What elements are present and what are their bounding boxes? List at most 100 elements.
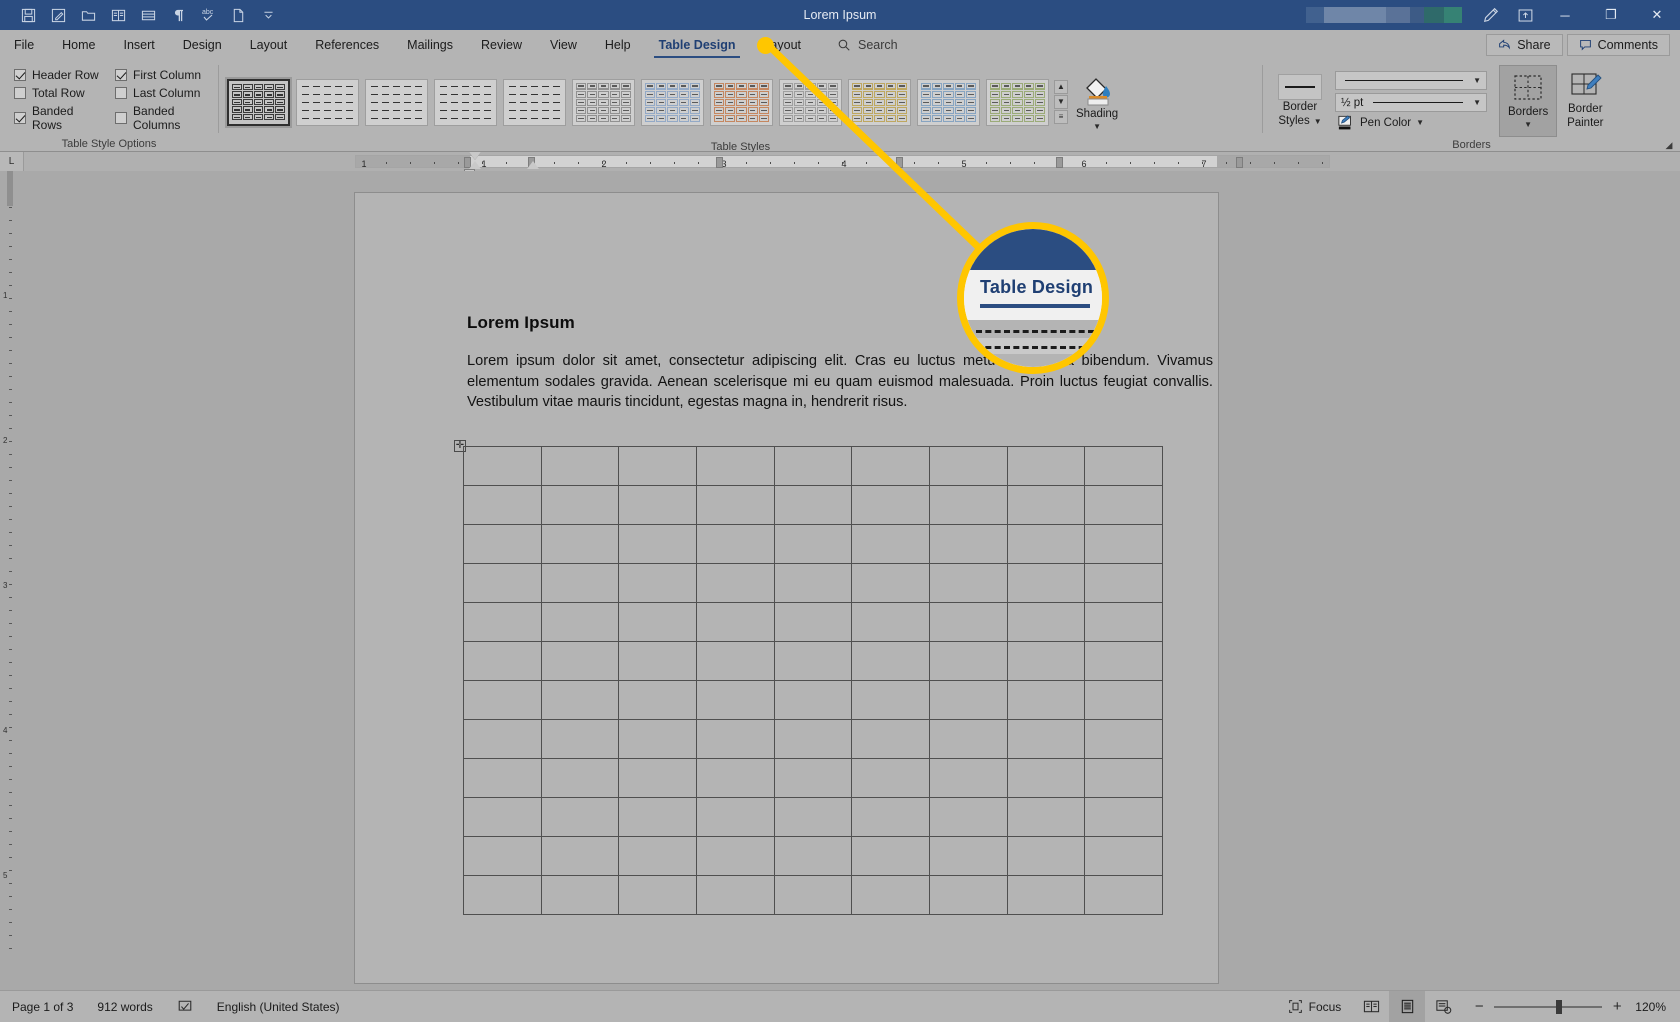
table-cell[interactable]	[1084, 485, 1163, 525]
ruler-tab-stop[interactable]	[1056, 157, 1063, 168]
checkbox-first-column[interactable]: First Column	[115, 68, 212, 82]
restore-button[interactable]: ❐	[1588, 0, 1634, 30]
table-cell[interactable]	[1006, 719, 1086, 759]
gallery-more-button[interactable]: ≡	[1054, 110, 1068, 124]
table-style-swatch[interactable]	[779, 78, 842, 126]
tab-table-design[interactable]: Table Design	[645, 30, 750, 59]
gallery-scroll-down-button[interactable]: ▼	[1054, 95, 1068, 109]
table-cell[interactable]	[928, 446, 1008, 486]
table-cell[interactable]	[851, 485, 930, 525]
table-cell[interactable]	[1084, 641, 1163, 681]
table-cell[interactable]	[1006, 485, 1086, 525]
checkbox-banded-rows-box[interactable]	[14, 111, 26, 124]
table-cell[interactable]	[1006, 797, 1086, 837]
line-weight-dropdown[interactable]: ½ pt ▼	[1335, 93, 1487, 112]
table-style-swatch[interactable]	[572, 78, 635, 126]
table-cell[interactable]	[928, 836, 1008, 876]
print-layout-view-button[interactable]	[1389, 990, 1426, 1022]
table-row[interactable]	[463, 680, 1163, 720]
table-cell[interactable]	[773, 446, 853, 486]
table-cell[interactable]	[1006, 563, 1086, 603]
table-row[interactable]	[463, 602, 1163, 642]
table-cell[interactable]	[851, 797, 930, 837]
focus-mode-button[interactable]: Focus	[1276, 991, 1354, 1022]
zoom-slider[interactable]	[1494, 999, 1603, 1014]
table-cell[interactable]	[773, 758, 853, 798]
checkbox-header-row-box[interactable]	[14, 68, 26, 81]
line-style-chevron-down-icon[interactable]: ▼	[1473, 76, 1481, 85]
print-preview-icon[interactable]	[134, 3, 162, 27]
table-cell[interactable]	[1084, 680, 1163, 720]
border-styles-button[interactable]: Border Styles ▼	[1269, 65, 1331, 137]
tab-design[interactable]: Design	[169, 30, 236, 59]
table-style-swatch[interactable]	[848, 78, 911, 126]
table-cell[interactable]	[618, 719, 697, 759]
spelling-icon[interactable]: abc	[194, 3, 222, 27]
table-cell[interactable]	[695, 485, 775, 525]
table-cell[interactable]	[618, 602, 697, 642]
tab-file[interactable]: File	[0, 30, 48, 59]
line-style-dropdown[interactable]: ▼	[1335, 71, 1487, 90]
table-cell[interactable]	[618, 836, 697, 876]
table-cell[interactable]	[695, 680, 775, 720]
table-cell[interactable]	[928, 680, 1008, 720]
page-indicator[interactable]: Page 1 of 3	[0, 991, 85, 1022]
table-cell[interactable]	[540, 563, 620, 603]
table-cell[interactable]	[928, 641, 1008, 681]
table-style-swatch[interactable]	[641, 78, 704, 126]
checkbox-first-column-box[interactable]	[115, 68, 128, 81]
table-cell[interactable]	[540, 719, 620, 759]
zoom-out-button[interactable]: −	[1473, 999, 1485, 1014]
table-cell[interactable]	[851, 446, 930, 486]
table-cell[interactable]	[540, 836, 620, 876]
language-indicator[interactable]: English (United States)	[205, 991, 352, 1022]
read-mode-icon[interactable]	[104, 3, 132, 27]
table-cell[interactable]	[851, 758, 930, 798]
vertical-ruler[interactable]: 1 2 3 4 5	[0, 171, 22, 990]
table-cell[interactable]	[773, 524, 853, 564]
table-cell[interactable]	[540, 680, 620, 720]
table-indent-marker[interactable]	[527, 161, 539, 169]
table-style-swatch[interactable]	[365, 78, 428, 126]
table-style-swatch[interactable]	[434, 78, 497, 126]
table-cell[interactable]	[618, 563, 697, 603]
table-cell[interactable]	[463, 602, 542, 642]
table-cell[interactable]	[1084, 758, 1163, 798]
table-cell[interactable]	[773, 602, 853, 642]
table-cell[interactable]	[1084, 875, 1163, 915]
table-cell[interactable]	[618, 680, 697, 720]
tab-review[interactable]: Review	[467, 30, 536, 59]
table-cell[interactable]	[618, 758, 697, 798]
table-row[interactable]	[463, 875, 1163, 915]
table-cell[interactable]	[540, 602, 620, 642]
table-cell[interactable]	[695, 563, 775, 603]
table-cell[interactable]	[773, 641, 853, 681]
table-style-swatch[interactable]	[296, 78, 359, 126]
web-layout-view-button[interactable]	[1425, 991, 1461, 1022]
table-cell[interactable]	[1006, 524, 1086, 564]
tab-stop-selector[interactable]: L	[0, 152, 24, 171]
paragraph-marks-icon[interactable]	[164, 3, 192, 27]
table-style-swatch[interactable]	[986, 78, 1049, 126]
table-row[interactable]	[463, 641, 1163, 681]
table-cell[interactable]	[618, 446, 697, 486]
table-cell[interactable]	[695, 797, 775, 837]
table-cell[interactable]	[463, 524, 542, 564]
table-styles-gallery[interactable]	[225, 76, 1051, 128]
table-cell[interactable]	[1084, 602, 1163, 642]
checkbox-banded-columns[interactable]: Banded Columns	[115, 104, 212, 132]
table-cell[interactable]	[773, 719, 853, 759]
table-cell[interactable]	[1006, 446, 1086, 486]
tab-home[interactable]: Home	[48, 30, 109, 59]
table-cell[interactable]	[1006, 602, 1086, 642]
table-cell[interactable]	[540, 485, 620, 525]
table-cell[interactable]	[695, 641, 775, 681]
table-cell[interactable]	[851, 602, 930, 642]
table-cell[interactable]	[773, 563, 853, 603]
autosave-icon[interactable]	[44, 3, 72, 27]
table-cell[interactable]	[463, 719, 542, 759]
borders-button[interactable]: Borders ▼	[1499, 65, 1558, 137]
read-mode-view-button[interactable]	[1353, 991, 1389, 1022]
table-style-swatch[interactable]	[503, 78, 566, 126]
table-row[interactable]	[463, 719, 1163, 759]
